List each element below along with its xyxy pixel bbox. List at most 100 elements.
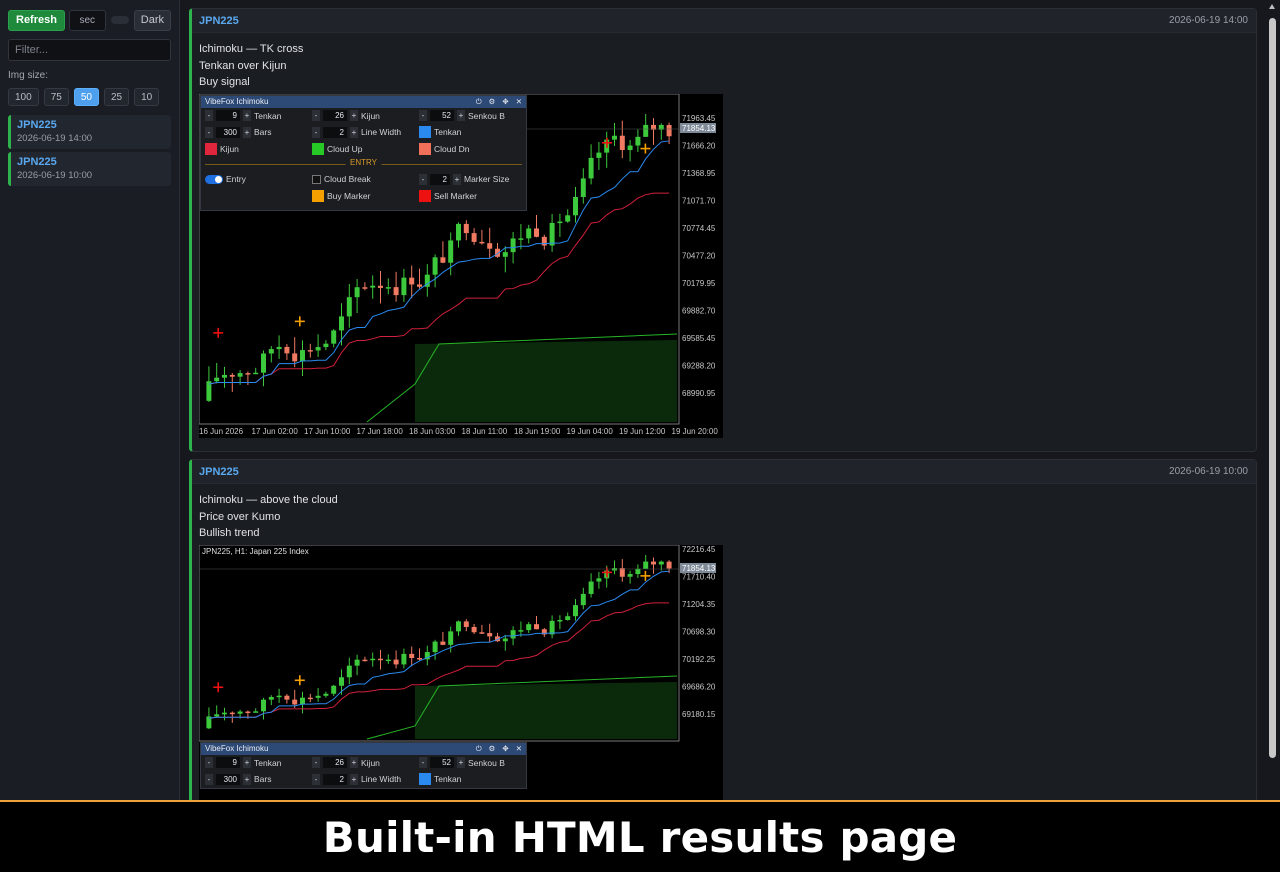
chart-screenshot[interactable]: 71963.45 71666.20 71368.95 71071.70 70774.45…	[199, 93, 723, 438]
kijun-value[interactable]: 26	[323, 757, 347, 768]
close-icon[interactable]: ✕	[516, 744, 522, 754]
kijun-color-swatch[interactable]	[205, 142, 217, 155]
candle-body	[229, 374, 235, 377]
linewidth-decrement[interactable]: -	[312, 126, 320, 138]
kijun-decrement[interactable]: -	[312, 757, 320, 768]
candle-body	[292, 352, 298, 361]
card-header: JPN225 2026-06-19 10:00	[192, 460, 1256, 484]
list-item-timestamp: 2026-06-19 10:00	[17, 170, 93, 181]
bars-increment[interactable]: +	[243, 126, 251, 138]
linewidth-decrement[interactable]: -	[312, 773, 320, 785]
seconds-input[interactable]: sec	[68, 9, 106, 31]
senkou-increment[interactable]: +	[457, 757, 465, 768]
linewidth-increment[interactable]: +	[350, 126, 358, 138]
candle-body	[588, 157, 594, 178]
time-axis-label: 18 Jun 19:00	[514, 427, 561, 436]
candle-body	[222, 712, 227, 714]
senkou-decrement[interactable]: -	[419, 757, 427, 768]
kijun-value[interactable]: 26	[323, 110, 347, 121]
tenkan-value[interactable]: 9	[216, 110, 240, 121]
linewidth-value[interactable]: 2	[323, 126, 347, 138]
time-axis-label: 18 Jun 03:00	[409, 427, 456, 436]
chart-screenshot[interactable]: 72216.45 71710.40 71204.35 70698.30 70192.25…	[199, 544, 723, 800]
candle-body	[268, 348, 274, 354]
buy-marker-color-swatch[interactable]	[312, 189, 324, 202]
tenkan-value[interactable]: 9	[216, 757, 240, 768]
bars-value[interactable]: 300	[216, 773, 240, 785]
linewidth-value[interactable]: 2	[323, 773, 347, 785]
refresh-button[interactable]: Refresh	[8, 9, 65, 31]
img-size-100[interactable]: 100	[8, 88, 39, 106]
linewidth-increment[interactable]: +	[350, 773, 358, 785]
senkou-decrement[interactable]: -	[419, 110, 427, 121]
candle-body	[549, 620, 555, 634]
results-feed: JPN225 2026-06-19 14:00 Ichimoku — TK cr…	[189, 0, 1257, 800]
candle-body	[214, 377, 220, 381]
move-icon[interactable]: ✥	[502, 744, 508, 754]
marker-size-label: Marker Size	[464, 174, 510, 184]
senkou-value[interactable]: 52	[430, 110, 454, 121]
cloud-break-checkbox[interactable]	[312, 174, 321, 184]
list-item[interactable]: JPN225 2026-06-19 10:00	[8, 152, 171, 186]
candle-body	[346, 665, 352, 677]
time-axis-label: 16 Jun 2026	[199, 427, 244, 436]
candle-body	[526, 227, 532, 238]
close-icon[interactable]: ✕	[516, 97, 522, 107]
kijun-decrement[interactable]: -	[312, 110, 320, 121]
cloud-dn-color-swatch[interactable]	[419, 142, 431, 155]
list-item[interactable]: JPN225 2026-06-19 14:00	[8, 115, 171, 149]
bars-decrement[interactable]: -	[205, 126, 213, 138]
bars-increment[interactable]: +	[243, 773, 251, 785]
marker-size-increment[interactable]: +	[453, 173, 461, 185]
time-axis-label: 17 Jun 10:00	[304, 427, 351, 436]
kijun-increment[interactable]: +	[350, 757, 358, 768]
filter-input[interactable]: Filter...	[8, 39, 171, 61]
marker-size-value[interactable]: 2	[430, 173, 450, 185]
price-axis-label: 71204.35	[682, 600, 716, 609]
power-icon[interactable]: ⏻	[476, 744, 482, 754]
img-size-75[interactable]: 75	[43, 88, 69, 106]
cloud-up-color-swatch[interactable]	[312, 142, 324, 155]
candle-body	[339, 676, 344, 686]
sell-marker-color-swatch[interactable]	[419, 189, 431, 202]
tenkan-decrement[interactable]: -	[205, 110, 213, 121]
price-axis-label: 69288.20	[682, 361, 716, 370]
card-message-line: Price over Kumo	[199, 510, 281, 523]
theme-button[interactable]: Dark	[133, 9, 171, 31]
senkou-value[interactable]: 52	[430, 757, 454, 768]
entry-toggle[interactable]	[205, 174, 223, 184]
power-icon[interactable]: ⏻	[476, 97, 482, 107]
senkou-increment[interactable]: +	[457, 110, 465, 121]
gear-icon[interactable]: ⚙	[489, 744, 496, 754]
indicator-panel: VibeFox Ichimoku ⏻ ⚙ ✥ ✕ -9 + Tenkan -26 + K…	[200, 94, 527, 211]
tenkan-increment[interactable]: +	[243, 757, 251, 768]
tenkan-color-swatch[interactable]	[419, 126, 431, 138]
tenkan-increment[interactable]: +	[243, 110, 251, 121]
img-size-25[interactable]: 25	[103, 88, 130, 106]
tenkan-color-swatch[interactable]	[419, 773, 431, 785]
gear-icon[interactable]: ⚙	[489, 97, 496, 107]
sell-marker-label: Sell Marker	[434, 190, 477, 201]
card-symbol[interactable]: JPN225	[199, 466, 239, 478]
img-size-50[interactable]: 50	[73, 88, 99, 106]
list-item-symbol: JPN225	[17, 156, 57, 168]
tenkan-decrement[interactable]: -	[205, 757, 213, 768]
panel-title: VibeFox Ichimoku	[205, 97, 269, 106]
page-scrollbar[interactable]	[1268, 2, 1277, 798]
scrollbar-thumb[interactable]	[1269, 18, 1276, 758]
kijun-increment[interactable]: +	[350, 110, 358, 121]
card-symbol[interactable]: JPN225	[199, 15, 239, 27]
tenkan-label: Tenkan	[254, 110, 282, 121]
marker-size-decrement[interactable]: -	[419, 173, 427, 185]
price-axis-label: 70179.95	[682, 279, 716, 288]
scroll-up-icon[interactable]	[1269, 4, 1275, 9]
bars-value[interactable]: 300	[216, 126, 240, 138]
candle-body	[635, 136, 641, 146]
bars-decrement[interactable]: -	[205, 773, 213, 785]
move-icon[interactable]: ✥	[502, 97, 508, 107]
time-axis-label: 18 Jun 11:00	[462, 427, 508, 436]
img-size-label: Img size:	[8, 70, 49, 81]
candle-body	[612, 567, 617, 570]
img-size-10[interactable]: 10	[134, 88, 160, 106]
auto-refresh-toggle[interactable]	[110, 16, 129, 24]
